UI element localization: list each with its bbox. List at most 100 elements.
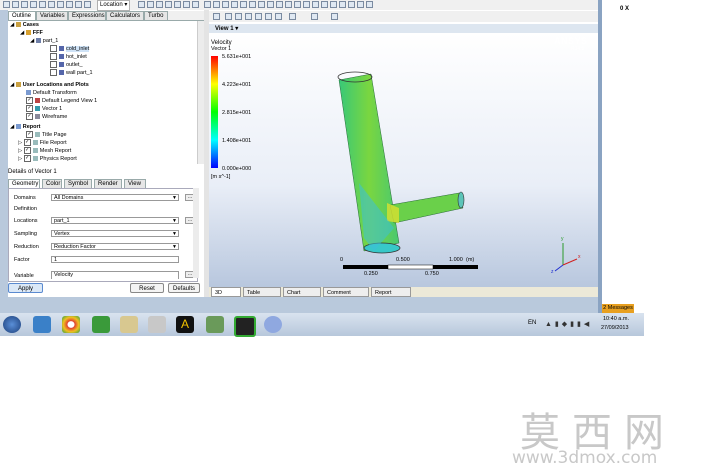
- tool-icon[interactable]: [84, 1, 91, 8]
- media-player-icon[interactable]: [148, 316, 166, 333]
- tool-icon[interactable]: [258, 1, 265, 8]
- tool-icon[interactable]: [240, 1, 247, 8]
- tab-turbo[interactable]: Turbo: [144, 11, 168, 20]
- view-layout-icon[interactable]: [289, 13, 296, 20]
- tool-icon[interactable]: [156, 1, 163, 8]
- tool-icon[interactable]: [276, 1, 283, 8]
- expand-icon[interactable]: ◢: [10, 22, 14, 28]
- clock-time[interactable]: 10:40 a.m.: [603, 316, 629, 322]
- tree-item[interactable]: wall part_1: [50, 69, 93, 77]
- splitter[interactable]: [204, 10, 209, 313]
- zoom-box-icon[interactable]: [255, 13, 262, 20]
- tool-icon[interactable]: [12, 1, 19, 8]
- tab-render[interactable]: Render: [94, 179, 122, 188]
- expand-icon[interactable]: ◢: [20, 30, 24, 36]
- visibility-checkbox[interactable]: [50, 61, 57, 69]
- visibility-checkbox[interactable]: ✓: [26, 105, 33, 113]
- tool-icon[interactable]: [204, 1, 211, 8]
- apply-button[interactable]: Apply: [8, 283, 43, 293]
- reset-button[interactable]: Reset: [130, 283, 164, 293]
- tab-expressions[interactable]: Expressions: [68, 11, 106, 20]
- messages-badge[interactable]: 2 Messages: [602, 304, 634, 313]
- utorrent-icon[interactable]: [92, 316, 110, 333]
- view-selector[interactable]: View 1 ▾: [215, 25, 238, 32]
- locations-select[interactable]: part_1 ▼: [51, 217, 179, 224]
- tool-icon[interactable]: [222, 1, 229, 8]
- tool-icon[interactable]: [249, 1, 256, 8]
- tree-wireframe[interactable]: ✓ Wireframe: [26, 113, 67, 121]
- app-icon[interactable]: [206, 316, 224, 333]
- start-button[interactable]: [3, 316, 21, 333]
- zoom-icon[interactable]: [245, 13, 252, 20]
- tree-part[interactable]: ◢ part_1: [30, 37, 58, 45]
- tool-icon[interactable]: [21, 1, 28, 8]
- tool-icon[interactable]: [138, 1, 145, 8]
- tree-report-item[interactable]: ▷ ✓ Mesh Report: [18, 147, 71, 155]
- tab-symbol[interactable]: Symbol: [64, 179, 92, 188]
- tree-item[interactable]: outlet_: [50, 61, 83, 69]
- tool-icon[interactable]: [57, 1, 64, 8]
- expand-icon[interactable]: ◢: [10, 82, 14, 88]
- tree-report-item[interactable]: ▷ ✓ File Report: [18, 139, 67, 147]
- tab-chart-viewer[interactable]: Chart Viewer: [283, 287, 321, 306]
- visibility-checkbox[interactable]: [50, 45, 57, 53]
- tool-icon[interactable]: [366, 1, 373, 8]
- expand-icon[interactable]: ◢: [30, 38, 34, 44]
- details-scrollbar[interactable]: [193, 188, 199, 278]
- rotate-icon[interactable]: [225, 13, 232, 20]
- tray-icons[interactable]: ▲▮◆▮▮◀: [545, 320, 592, 328]
- tool-icon[interactable]: [48, 1, 55, 8]
- collapse-icon[interactable]: ▷: [18, 156, 22, 162]
- zoom-out-icon[interactable]: [275, 13, 282, 20]
- tree-fff[interactable]: ◢ FFF: [20, 29, 43, 37]
- axis-icon[interactable]: [311, 13, 318, 20]
- tree-user-locations[interactable]: ◢ User Locations and Plots: [10, 81, 89, 89]
- language-indicator[interactable]: EN: [528, 320, 536, 326]
- tool-icon[interactable]: [66, 1, 73, 8]
- tool-icon[interactable]: [312, 1, 319, 8]
- ansys-workbench-icon[interactable]: A: [176, 316, 194, 333]
- sampling-select[interactable]: Vertex ▼: [51, 230, 179, 237]
- tool-icon[interactable]: [30, 1, 37, 8]
- visibility-checkbox[interactable]: [50, 69, 57, 77]
- tool-icon[interactable]: [348, 1, 355, 8]
- tab-variables[interactable]: Variables: [36, 11, 68, 20]
- location-dropdown[interactable]: Location ▾: [97, 0, 131, 11]
- collapse-icon[interactable]: ▷: [18, 140, 22, 146]
- tab-color[interactable]: Color: [42, 179, 62, 188]
- tool-icon[interactable]: [285, 1, 292, 8]
- visibility-checkbox[interactable]: ✓: [23, 147, 31, 155]
- tree-scrollbar[interactable]: [197, 21, 204, 164]
- tab-comment-viewer[interactable]: Comment Viewer: [323, 287, 369, 306]
- tool-icon[interactable]: [303, 1, 310, 8]
- domains-select[interactable]: All Domains ▼: [51, 194, 179, 201]
- fit-icon[interactable]: [265, 13, 272, 20]
- tool-icon[interactable]: [165, 1, 172, 8]
- tab-3d-viewer[interactable]: 3D Viewer: [211, 287, 241, 306]
- tab-outline[interactable]: Outline: [8, 11, 36, 20]
- tool-icon[interactable]: [357, 1, 364, 8]
- tree-cases[interactable]: ◢ Cases: [10, 21, 39, 29]
- tool-icon[interactable]: [3, 1, 10, 8]
- visibility-checkbox[interactable]: ✓: [23, 139, 31, 147]
- close-text[interactable]: 0 X: [620, 6, 629, 12]
- tool-icon[interactable]: [174, 1, 181, 8]
- tree-report-item[interactable]: ✓ Title Page: [26, 131, 67, 139]
- tool-icon[interactable]: [339, 1, 346, 8]
- tab-geometry[interactable]: Geometry: [8, 179, 40, 188]
- tool-icon[interactable]: [147, 1, 154, 8]
- visibility-checkbox[interactable]: [50, 53, 57, 61]
- tree-vector[interactable]: ✓ Vector 1: [26, 105, 62, 113]
- defaults-button[interactable]: Defaults: [168, 283, 200, 293]
- app-icon[interactable]: [264, 316, 282, 333]
- tool-icon[interactable]: [231, 1, 238, 8]
- tool-icon[interactable]: [267, 1, 274, 8]
- variable-select[interactable]: Velocity: [51, 271, 179, 279]
- tree-legend[interactable]: ✓ Default Legend View 1: [26, 97, 97, 105]
- tree-transform[interactable]: Default Transform: [26, 89, 77, 97]
- tool-icon[interactable]: [331, 13, 338, 20]
- tree-report[interactable]: ◢ Report: [10, 123, 41, 131]
- visibility-checkbox[interactable]: ✓: [26, 97, 33, 105]
- factor-input[interactable]: 1: [51, 256, 179, 263]
- ie-icon[interactable]: [33, 316, 51, 333]
